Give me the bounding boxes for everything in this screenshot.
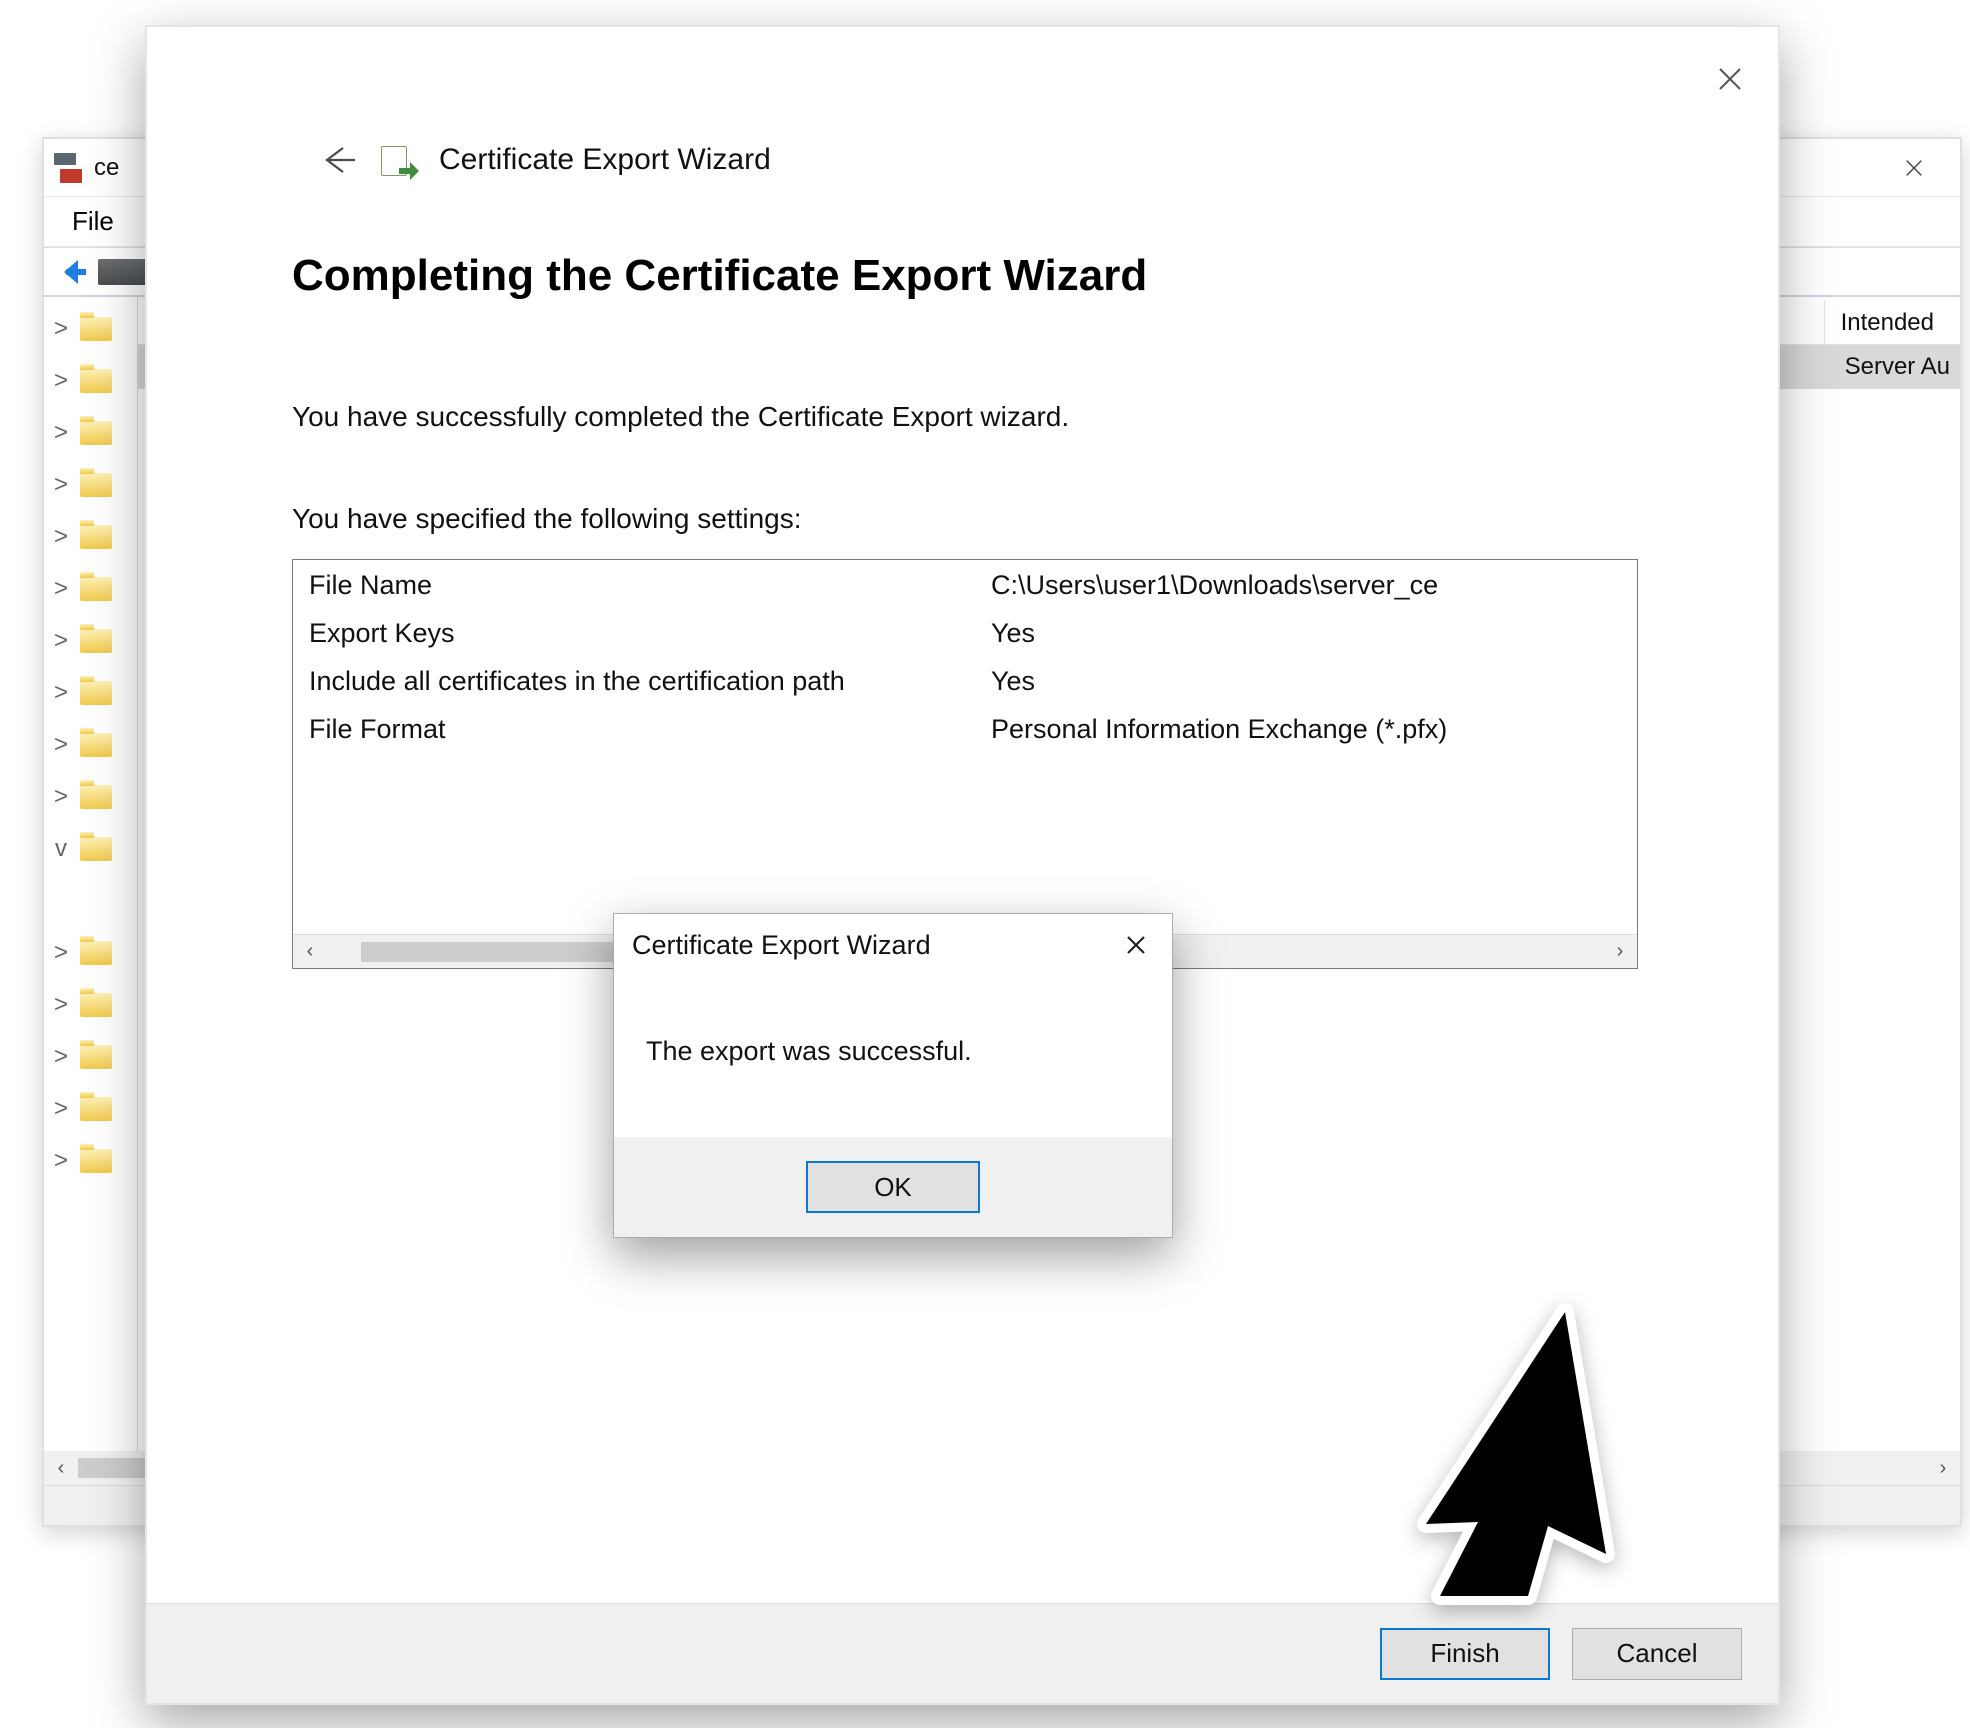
tree-row[interactable]: > xyxy=(44,615,137,667)
tree-row[interactable]: > xyxy=(44,459,137,511)
scroll-left-icon[interactable]: ‹ xyxy=(293,935,327,969)
folder-icon xyxy=(80,1097,112,1121)
tree-row[interactable]: > xyxy=(44,355,137,407)
folder-icon xyxy=(80,629,112,653)
tree-row[interactable]: > xyxy=(44,407,137,459)
chevron-right-icon: > xyxy=(52,1043,70,1071)
wizard-success-text: You have successfully completed the Cert… xyxy=(292,401,1638,433)
chevron-right-icon: > xyxy=(52,367,70,395)
tree-row[interactable]: > xyxy=(44,511,137,563)
folder-icon xyxy=(80,785,112,809)
settings-label: File Format xyxy=(293,714,983,762)
wizard-heading: Completing the Certificate Export Wizard xyxy=(292,251,1638,301)
settings-label: Include all certificates in the certific… xyxy=(293,666,983,714)
settings-listbox[interactable]: File Name C:\Users\user1\Downloads\serve… xyxy=(292,559,1638,969)
settings-row: Include all certificates in the certific… xyxy=(293,666,1637,714)
chevron-right-icon: > xyxy=(52,315,70,343)
settings-row: File Name C:\Users\user1\Downloads\serve… xyxy=(293,570,1637,618)
tree-row[interactable]: v xyxy=(44,823,137,875)
chevron-right-icon: > xyxy=(52,575,70,603)
list-header-col[interactable]: Intended xyxy=(1824,301,1950,344)
mmc-app-icon xyxy=(54,153,84,183)
close-icon[interactable] xyxy=(1118,927,1154,963)
settings-value: Yes xyxy=(983,618,1637,666)
settings-value: Yes xyxy=(983,666,1637,714)
folder-icon xyxy=(80,837,112,861)
settings-label: Export Keys xyxy=(293,618,983,666)
chevron-right-icon: > xyxy=(52,1147,70,1175)
chevron-right-icon: > xyxy=(52,419,70,447)
settings-row: File Format Personal Information Exchang… xyxy=(293,714,1637,762)
chevron-right-icon: > xyxy=(52,471,70,499)
mmc-window-title: ce xyxy=(94,154,119,182)
wizard-footer: Finish Cancel xyxy=(147,1603,1778,1703)
tree-row[interactable]: > xyxy=(44,1135,137,1187)
tree-row[interactable]: > xyxy=(44,979,137,1031)
chevron-right-icon: > xyxy=(52,939,70,967)
chevron-down-icon: v xyxy=(52,835,70,863)
close-icon[interactable] xyxy=(1878,144,1950,192)
dialog-footer: OK xyxy=(614,1137,1172,1237)
folder-icon xyxy=(80,1045,112,1069)
ok-button[interactable]: OK xyxy=(806,1161,980,1213)
folder-icon xyxy=(80,317,112,341)
scroll-right-icon[interactable]: › xyxy=(1603,935,1637,969)
folder-icon xyxy=(80,1149,112,1173)
settings-value: Personal Information Exchange (*.pfx) xyxy=(983,714,1637,762)
tree-row[interactable]: > xyxy=(44,1031,137,1083)
chevron-right-icon: > xyxy=(52,991,70,1019)
folder-icon xyxy=(80,525,112,549)
folder-icon xyxy=(80,733,112,757)
dialog-title: Certificate Export Wizard xyxy=(632,930,931,961)
folder-icon xyxy=(80,681,112,705)
certificate-export-wizard-window: Certificate Export Wizard Completing the… xyxy=(145,25,1780,1705)
tree-pane[interactable]: > > > > > > > > > > v > > > > > ‹ xyxy=(44,297,138,1485)
tree-row[interactable]: > xyxy=(44,719,137,771)
tree-row[interactable]: > xyxy=(44,1083,137,1135)
chevron-right-icon: > xyxy=(52,627,70,655)
chevron-right-icon: > xyxy=(52,731,70,759)
folder-icon xyxy=(80,421,112,445)
folder-icon xyxy=(80,577,112,601)
toolbar-segment xyxy=(98,259,148,285)
scroll-left-icon[interactable]: ‹ xyxy=(44,1451,78,1485)
scroll-right-icon[interactable]: › xyxy=(1926,1451,1960,1485)
chevron-right-icon: > xyxy=(52,679,70,707)
tree-row[interactable]: > xyxy=(44,563,137,615)
folder-icon xyxy=(80,369,112,393)
folder-icon xyxy=(80,473,112,497)
chevron-right-icon: > xyxy=(52,1095,70,1123)
wizard-body: Completing the Certificate Export Wizard… xyxy=(147,131,1778,1603)
wizard-settings-intro: You have specified the following setting… xyxy=(292,503,1638,535)
toolbar-back-icon[interactable] xyxy=(54,254,90,290)
close-icon[interactable] xyxy=(1710,59,1750,99)
settings-row: Export Keys Yes xyxy=(293,618,1637,666)
finish-button[interactable]: Finish xyxy=(1380,1628,1550,1680)
cancel-button[interactable]: Cancel xyxy=(1572,1628,1742,1680)
list-cell: Server Au xyxy=(1845,353,1950,381)
tree-row[interactable]: > xyxy=(44,771,137,823)
dialog-body: The export was successful. xyxy=(614,976,1172,1137)
tree-row[interactable]: > xyxy=(44,667,137,719)
menu-file[interactable]: File xyxy=(58,200,128,243)
dialog-titlebar: Certificate Export Wizard xyxy=(614,914,1172,976)
folder-icon xyxy=(80,993,112,1017)
chevron-right-icon: > xyxy=(52,783,70,811)
tree-row[interactable]: > xyxy=(44,927,137,979)
settings-label: File Name xyxy=(293,570,983,618)
tree-row[interactable]: > xyxy=(44,303,137,355)
export-success-dialog: Certificate Export Wizard The export was… xyxy=(613,913,1173,1238)
folder-icon xyxy=(80,941,112,965)
chevron-right-icon: > xyxy=(52,523,70,551)
wizard-titlebar xyxy=(147,27,1778,131)
tree-row-gap xyxy=(44,875,137,927)
settings-value: C:\Users\user1\Downloads\server_ce xyxy=(983,570,1637,618)
